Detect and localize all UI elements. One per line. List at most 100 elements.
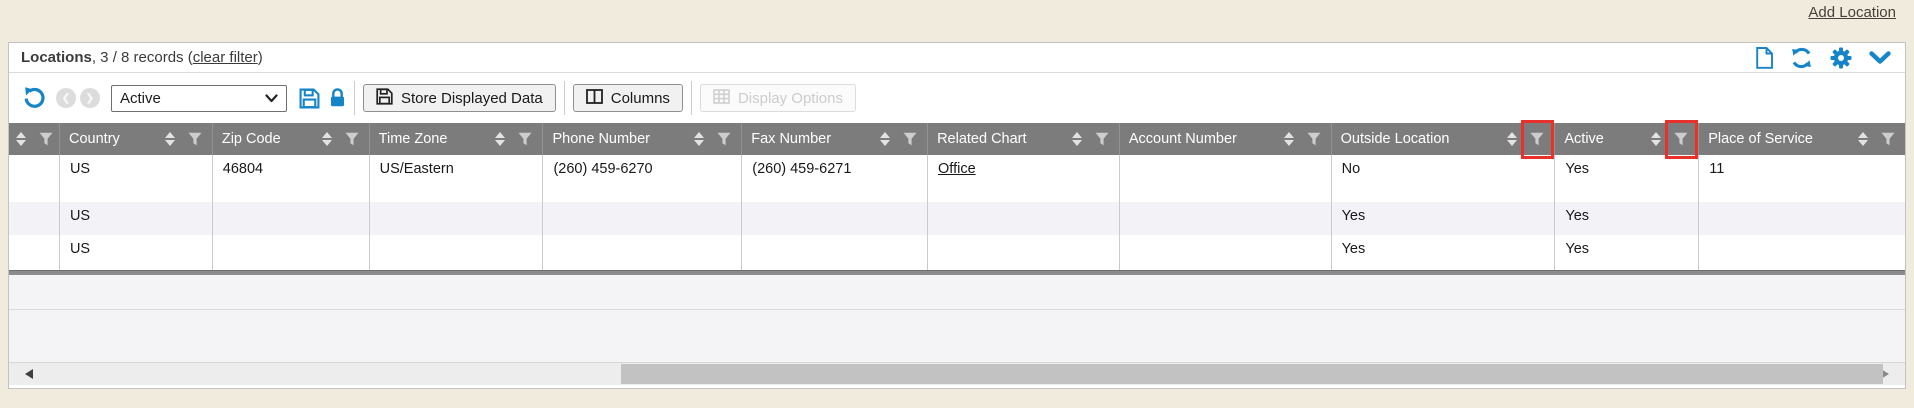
column-label: Place of Service	[1708, 131, 1858, 147]
panel-title-records: , 3 / 8 records (	[92, 49, 193, 66]
column-label: Phone Number	[552, 131, 694, 147]
columns-button[interactable]: Columns	[573, 84, 683, 112]
column-header-country: Country	[60, 123, 213, 155]
sort-icon[interactable]	[1284, 132, 1294, 146]
cell-related-chart	[928, 235, 1120, 270]
column-header-outside-location: Outside Location	[1332, 123, 1556, 155]
cell-zip-code	[213, 202, 370, 235]
panel-title-name: Locations	[21, 49, 92, 66]
column-header-blank	[9, 123, 60, 155]
column-label: Account Number	[1129, 131, 1284, 147]
gear-icon[interactable]	[1830, 47, 1852, 69]
prev-icon[interactable]: ❮	[56, 88, 76, 108]
column-label: Fax Number	[751, 131, 880, 147]
filter-icon[interactable]	[1881, 132, 1895, 146]
sort-icon[interactable]	[1072, 132, 1082, 146]
cell-account-number	[1120, 235, 1332, 270]
column-label: Country	[69, 131, 165, 147]
sort-icon[interactable]	[1858, 132, 1868, 146]
cell-time-zone	[370, 202, 544, 235]
cell-zip-code	[213, 235, 370, 270]
sort-icon[interactable]	[165, 132, 175, 146]
select-chevron-icon	[265, 94, 278, 103]
lock-icon[interactable]	[329, 88, 346, 108]
cell-account-number	[1120, 155, 1332, 202]
undo-icon[interactable]	[22, 86, 46, 110]
column-header-phone-number: Phone Number	[543, 123, 742, 155]
table-body: US46804US/Eastern(260) 459-6270(260) 459…	[9, 155, 1905, 270]
cell-active: Yes	[1555, 202, 1699, 235]
table-row[interactable]: USYesYes	[9, 235, 1905, 270]
cell-blank	[9, 155, 60, 202]
cell-account-number	[1120, 202, 1332, 235]
table-row[interactable]: US YesYes	[9, 202, 1905, 235]
toolbar-separator	[691, 81, 692, 115]
cell-outside-location: No	[1332, 155, 1556, 202]
sort-icon[interactable]	[1651, 132, 1661, 146]
display-options-button: Display Options	[700, 84, 856, 112]
column-label: Related Chart	[937, 131, 1072, 147]
column-header-fax-number: Fax Number	[742, 123, 928, 155]
column-label: Time Zone	[379, 131, 496, 147]
table-header-row: Country Zip Code Time Zone Phone Number Fax …	[9, 123, 1905, 155]
column-label: Zip Code	[222, 131, 322, 147]
cell-country: US	[60, 155, 213, 202]
filter-icon[interactable]	[39, 132, 53, 146]
display-options-grid-icon	[713, 89, 730, 108]
column-header-related-chart: Related Chart	[928, 123, 1120, 155]
grid-toolbar: ❮ ❯ Active Store Displayed Data Columns	[9, 73, 1905, 123]
filter-icon[interactable]	[903, 132, 917, 146]
filter-icon[interactable]	[345, 132, 359, 146]
cell-phone-number	[543, 235, 742, 270]
saved-view-select[interactable]: Active	[111, 85, 287, 112]
cell-blank	[9, 235, 60, 270]
column-header-place-of-service: Place of Service	[1699, 123, 1905, 155]
cell-country: US	[60, 202, 213, 235]
cell-related-chart: Office	[928, 155, 1120, 202]
sort-icon[interactable]	[1507, 132, 1517, 146]
store-displayed-data-button[interactable]: Store Displayed Data	[363, 84, 556, 112]
column-header-zip-code: Zip Code	[213, 123, 370, 155]
cell-place-of-service	[1699, 235, 1905, 270]
table-row[interactable]: US46804US/Eastern(260) 459-6270(260) 459…	[9, 155, 1905, 202]
cell-blank	[9, 202, 60, 235]
refresh-icon[interactable]	[1790, 47, 1813, 69]
sort-icon[interactable]	[880, 132, 890, 146]
clear-filter-link[interactable]: clear filter	[193, 49, 258, 66]
add-location-link[interactable]: Add Location	[1808, 4, 1896, 21]
cell-country: US	[60, 235, 213, 270]
cell-outside-location: Yes	[1332, 202, 1556, 235]
cell-related-chart	[928, 202, 1120, 235]
column-header-time-zone: Time Zone	[370, 123, 544, 155]
cell-outside-location: Yes	[1332, 235, 1556, 270]
filter-icon[interactable]	[1674, 132, 1688, 146]
column-header-account-number: Account Number	[1120, 123, 1332, 155]
filter-icon[interactable]	[1095, 132, 1109, 146]
filter-icon[interactable]	[1307, 132, 1321, 146]
filter-icon[interactable]	[1530, 132, 1544, 146]
new-document-icon[interactable]	[1756, 47, 1773, 69]
sort-icon[interactable]	[495, 132, 505, 146]
sort-icon[interactable]	[16, 132, 26, 146]
filter-icon[interactable]	[518, 132, 532, 146]
scrollbar-thumb[interactable]	[621, 364, 1883, 384]
panel-header: Locations, 3 / 8 records (clear filter)	[9, 43, 1905, 73]
sort-icon[interactable]	[322, 132, 332, 146]
collapse-chevron-icon[interactable]	[1869, 51, 1891, 65]
cell-zip-code: 46804	[213, 155, 370, 202]
sort-icon[interactable]	[694, 132, 704, 146]
next-icon[interactable]: ❯	[80, 88, 100, 108]
filter-icon[interactable]	[188, 132, 202, 146]
toolbar-separator	[354, 81, 355, 115]
horizontal-scrollbar[interactable]	[9, 362, 1905, 385]
panel-title: Locations, 3 / 8 records (clear filter)	[21, 49, 263, 66]
save-icon[interactable]	[299, 88, 320, 109]
cell-time-zone: US/Eastern	[370, 155, 544, 202]
scroll-left-icon[interactable]	[25, 369, 33, 379]
store-data-floppy-icon	[376, 88, 393, 109]
cell-active: Yes	[1555, 155, 1699, 202]
filter-icon[interactable]	[717, 132, 731, 146]
cell-fax-number	[742, 235, 928, 270]
related-chart-link[interactable]: Office	[938, 161, 976, 177]
cell-place-of-service: 11	[1699, 155, 1905, 202]
